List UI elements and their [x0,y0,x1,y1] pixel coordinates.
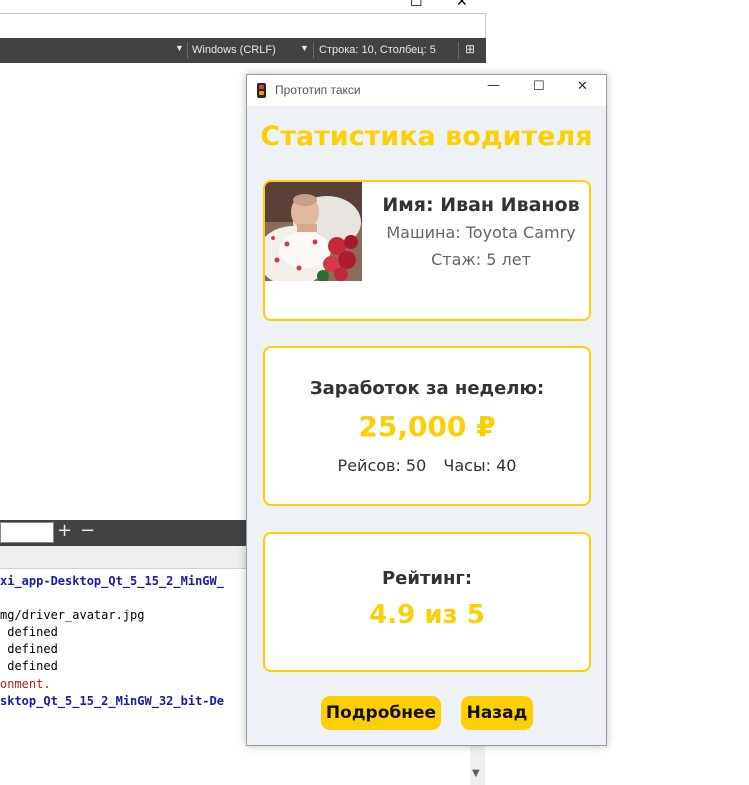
driver-avatar [265,182,362,281]
traffic-light-icon [257,83,266,98]
minimize-icon[interactable]: — [487,78,500,93]
ide-statusbar: ▼ Windows (CRLF) ▼ Строка: 10, Столбец: … [0,38,486,63]
driver-experience: Стаж: 5 лет [431,250,531,269]
output-line: defined [0,625,58,639]
rating-card: Рейтинг: 4.9 из 5 [263,532,591,672]
split-view-icon[interactable]: ⊞ [465,42,475,56]
output-line: mg/driver_avatar.jpg [0,608,145,622]
earnings-value: 25,000 ₽ [358,410,496,443]
rating-value: 4.9 из 5 [369,600,485,630]
rating-label: Рейтинг: [381,568,473,589]
ide-titlebar: ☐ ✕ [0,0,486,14]
hours-count: Часы: 40 [443,456,517,475]
output-line: sktop_Qt_5_15_2_MinGW_32_bit-De [0,694,224,708]
app-titlebar: Прототип такси — ☐ ✕ [247,75,606,106]
trips-count: Рейсов: 50 [337,456,427,475]
line-ending-selector[interactable]: Windows (CRLF) [192,44,276,56]
driver-name: Имя: Иван Иванов [382,194,580,216]
ide-maximize-icon[interactable]: ☐ [410,0,423,10]
page-title: Статистика водителя [260,121,593,152]
window-title: Прототип такси [275,83,361,97]
statusbar-divider [313,42,314,59]
earnings-label: Заработок за неделю: [309,378,545,399]
output-line: xi_app-Desktop_Qt_5_15_2_MinGW_ [0,574,224,588]
ide-close-icon[interactable]: ✕ [456,0,468,10]
driver-avatar-image [265,182,362,281]
back-button[interactable]: Назад [461,696,533,730]
taxi-app-window: Прототип такси — ☐ ✕ Статистика водителя [246,74,607,746]
cursor-position[interactable]: Строка: 10, Столбец: 5 [319,44,436,56]
earnings-card: Заработок за неделю: 25,000 ₽ Рейсов: 50… [263,346,591,506]
scroll-down-icon[interactable]: ▼ [472,768,480,779]
statusbar-divider [187,42,188,59]
filter-input[interactable] [0,522,54,543]
dropdown-arrow-icon[interactable]: ▼ [300,43,309,53]
maximize-icon[interactable]: ☐ [533,79,545,94]
statusbar-divider [458,42,459,59]
profile-card: Имя: Иван Иванов Машина: Toyota Camry Ст… [263,180,591,321]
close-icon[interactable]: ✕ [577,79,588,94]
details-button[interactable]: Подробнее [321,696,441,730]
output-line: defined [0,659,58,673]
dropdown-arrow-icon[interactable]: ▼ [175,43,184,53]
zoom-in-button[interactable]: + [57,520,72,541]
zoom-out-button[interactable]: − [80,520,95,541]
output-line: defined [0,642,58,656]
earnings-stats: Рейсов: 50 Часы: 40 [265,456,589,475]
output-line: onment. [0,677,51,691]
driver-car: Машина: Toyota Camry [386,223,576,242]
